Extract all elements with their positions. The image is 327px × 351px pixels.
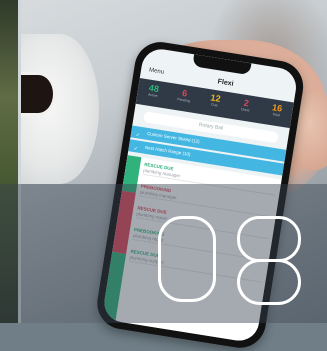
app-title: Flexi <box>217 77 235 88</box>
stat-done[interactable]: 2 Done <box>228 93 263 124</box>
menu-link[interactable]: Menu <box>149 67 165 75</box>
row-label: Custom Server Shield (12) <box>146 130 200 145</box>
slide-counter: 08 <box>158 216 318 316</box>
stat-active[interactable]: 48 Active <box>136 78 171 109</box>
check-icon: ✓ <box>133 145 139 153</box>
coffee-cup <box>21 72 56 116</box>
stat-pending[interactable]: 6 Pending <box>167 83 202 114</box>
row-label: Nest Hatch Range (10) <box>144 144 191 157</box>
stat-total[interactable]: 16 Total <box>259 98 294 129</box>
stat-due[interactable]: 12 Due <box>197 88 232 119</box>
digit-eight <box>237 216 301 305</box>
digit-zero <box>158 216 216 302</box>
